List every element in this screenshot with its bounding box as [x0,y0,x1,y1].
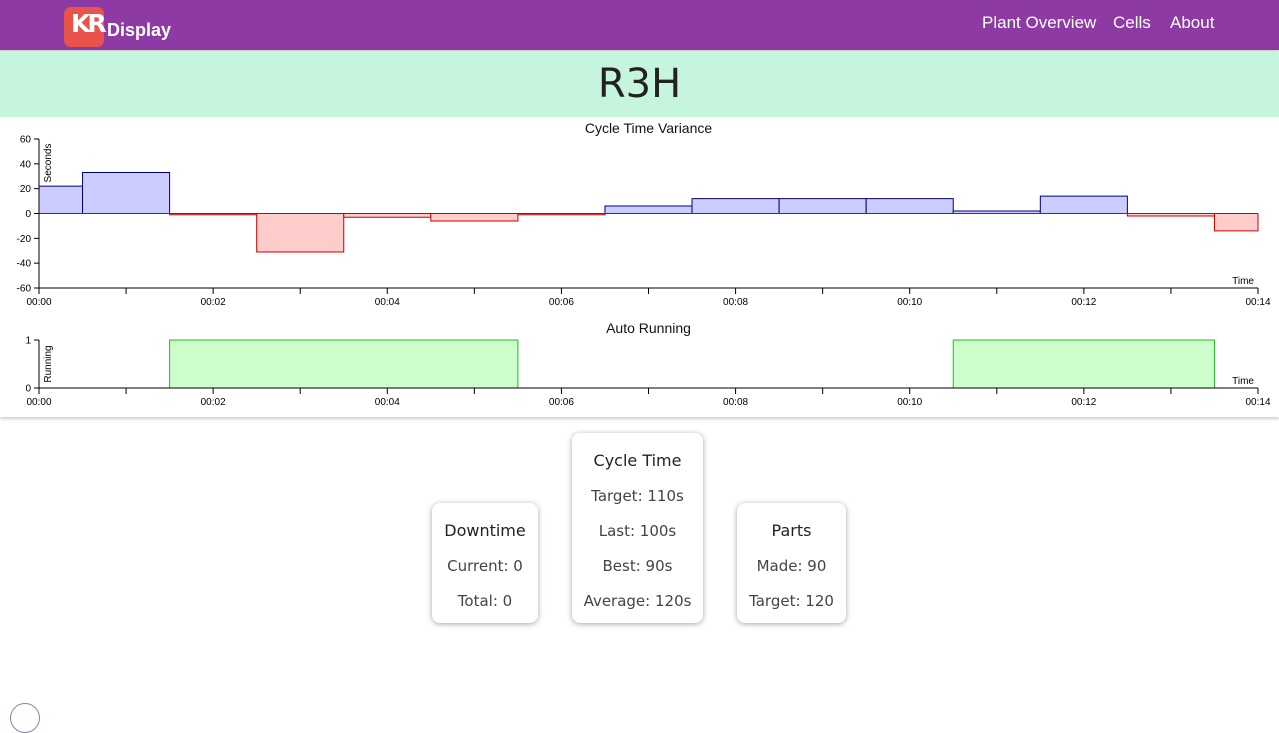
variance-x-tick-label: 00:06 [549,297,574,308]
corner-widget-icon[interactable] [10,703,40,733]
page-title: R3H [597,61,682,107]
variance-y-tick-label: -20 [17,234,32,245]
variance-x-tick-label: 00:10 [897,297,922,308]
variance-bar [256,213,344,252]
variance-y-tick-label: -60 [17,284,32,295]
logo-letters: KR [71,9,107,38]
downtime-total: Total: 0 [457,592,513,610]
parts-card: Parts Made: 90 Target: 120 [737,503,846,623]
variance-bar [1214,213,1258,231]
variance-x-tick-label: 00:12 [1071,297,1096,308]
variance-x-tick-label: 00:04 [375,297,400,308]
running-bar [952,339,1215,389]
nav-about[interactable]: About [1170,13,1214,33]
variance-y-axis-label: Seconds [43,144,54,183]
running-x-tick-label: 00:00 [26,397,51,408]
variance-y-tick-label: 20 [20,184,32,195]
cycle-time-card: Cycle Time Target: 110s Last: 100s Best:… [572,433,703,623]
variance-bar [692,198,780,214]
running-chart-title: Auto Running [606,320,691,336]
variance-bar [604,206,693,214]
variance-bar [39,186,83,214]
cycle-time-average: Average: 120s [583,592,692,610]
variance-bar [430,213,518,221]
variance-bar [1040,196,1128,214]
variance-y-tick-label: 60 [20,135,32,146]
charts-panel: Cycle Time Variance 60 40 20 0 -20 -40 -60 Secon… [0,118,1279,417]
brand-name[interactable]: Display [107,20,171,41]
running-x-tick-label: 00:02 [201,397,226,408]
variance-y-tick-label: -40 [17,259,32,270]
variance-chart-title: Cycle Time Variance [585,120,713,136]
navbar: KR Display Plant Overview Cells About [0,0,1279,50]
variance-y-tick-label: 0 [25,209,31,220]
parts-target: Target: 120 [749,592,834,610]
cycle-time-last: Last: 100s [598,522,677,540]
running-y-axis-label: Running [43,345,54,382]
running-bar [169,339,519,389]
running-x-tick-label: 00:14 [1245,397,1270,408]
running-x-tick-label: 00:08 [723,397,748,408]
running-x-tick-label: 00:04 [375,397,400,408]
running-x-tick-label: 00:12 [1071,397,1096,408]
running-x-tick-label: 00:06 [549,397,574,408]
parts-card-title: Parts [771,521,812,540]
variance-bar [779,198,867,214]
variance-x-tick-label: 00:08 [723,297,748,308]
downtime-current: Current: 0 [447,557,523,575]
cycle-time-target: Target: 110s [591,487,684,505]
variance-x-tick-label: 00:02 [201,297,226,308]
variance-x-axis-label: Time [1232,276,1254,287]
running-y-tick-label: 1 [25,336,31,347]
downtime-card-title: Downtime [444,521,526,540]
variance-x-tick-label: 00:14 [1245,297,1270,308]
running-y-tick-label: 0 [25,384,31,395]
running-x-tick-label: 00:10 [897,397,922,408]
nav-cells[interactable]: Cells [1113,13,1151,33]
variance-x-tick-label: 00:00 [26,297,51,308]
nav-plant-overview[interactable]: Plant Overview [982,13,1096,33]
charts-svg: Cycle Time Variance 60 40 20 0 -20 -40 -60 Secon… [17,120,1271,408]
variance-bar [82,172,170,214]
cycle-time-card-title: Cycle Time [593,451,682,470]
parts-made: Made: 90 [756,557,827,575]
downtime-card: Downtime Current: 0 Total: 0 [432,503,538,623]
page-title-banner: R3H [0,51,1279,117]
variance-bar [343,213,431,218]
cycle-time-best: Best: 90s [602,557,673,575]
variance-y-tick-label: 40 [20,159,32,170]
running-x-axis-label: Time [1232,376,1254,387]
variance-bar [866,198,954,214]
